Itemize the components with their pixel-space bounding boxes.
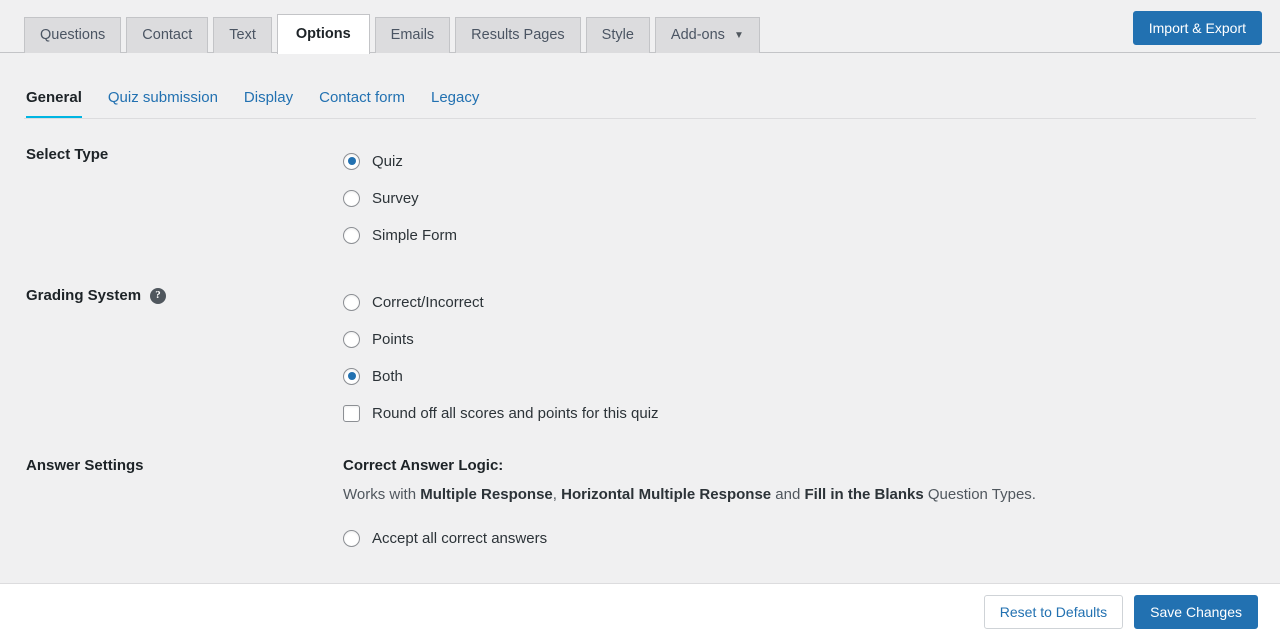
settings-content: Select Type Quiz Survey Simple Form Gradin… [0,119,1280,640]
subnav-item-legacy[interactable]: Legacy [431,89,479,119]
logic-desc-emphasis: Multiple Response [420,486,553,503]
choice-label: Quiz [372,152,403,170]
subnav-item-display[interactable]: Display [244,89,293,119]
secondary-nav: General Quiz submission Display Contact for… [0,53,1280,119]
reset-to-defaults-button[interactable]: Reset to Defaults [983,595,1124,629]
correct-answer-logic-description: Works with Multiple Response, Horizontal… [343,486,1280,503]
subnav-item-general[interactable]: General [26,89,82,119]
help-icon[interactable]: ? [150,288,167,304]
tab-label: Options [295,26,351,43]
radio-input[interactable] [343,189,360,207]
answer-settings-fields: Correct Answer Logic: Works with Multipl… [343,457,1280,560]
grading-system-options: Correct/Incorrect Points Both Round off all… [343,287,1280,435]
radio-quiz[interactable]: Quiz [343,146,1280,176]
choice-label: Round off all scores and points for this… [372,404,659,422]
tab-label: Results Pages [471,27,565,44]
setting-row-answer-settings: Answer Settings Correct Answer Logic: Wo… [0,457,1280,560]
answer-settings-label-text: Answer Settings [26,457,144,474]
footer-action-bar: Reset to Defaults Save Changes [0,583,1280,640]
grading-system-label: Grading System ? [26,287,343,435]
radio-input[interactable] [343,293,360,311]
grading-system-label-text: Grading System [26,287,142,304]
tab-label: Emails [390,27,435,44]
choice-label: Accept all correct answers [372,529,548,547]
tab-add-ons[interactable]: Add-ons ▼ [654,17,760,53]
radio-points[interactable]: Points [343,324,1280,354]
primary-tab-bar: Questions Contact Text Options Emails Results… [0,0,1280,54]
tab-text[interactable]: Text [213,17,272,53]
radio-simple-form[interactable]: Simple Form [343,220,1280,250]
answer-settings-label: Answer Settings [26,457,343,560]
tab-label: Text [229,27,256,44]
select-type-options: Quiz Survey Simple Form [343,146,1280,257]
logic-desc-text: Works with [343,486,421,503]
setting-row-grading-system: Grading System ? Correct/Incorrect Points… [0,287,1280,435]
radio-both[interactable]: Both [343,361,1280,391]
radio-input[interactable] [343,152,360,170]
logic-desc-text: , [552,486,562,503]
radio-accept-all-correct-answers[interactable]: Accept all correct answers [343,523,1280,553]
radio-survey[interactable]: Survey [343,183,1280,213]
subnav-item-contact-form[interactable]: Contact form [319,89,405,119]
answer-settings-options: Accept all correct answers [343,523,1280,553]
radio-input[interactable] [343,529,360,547]
radio-input[interactable] [343,367,360,385]
import-export-button[interactable]: Import & Export [1132,11,1262,45]
correct-answer-logic-title: Correct Answer Logic: [343,457,504,474]
tab-contact[interactable]: Contact [126,17,209,53]
tab-label: Add-ons [670,27,725,44]
tab-questions[interactable]: Questions [24,17,122,53]
options-settings-screen: Questions Contact Text Options Emails Results… [0,0,1280,640]
select-type-label: Select Type [26,146,343,257]
choice-label: Simple Form [372,226,458,244]
tab-results-pages[interactable]: Results Pages [455,17,581,53]
tab-options[interactable]: Options [276,14,370,54]
logic-desc-emphasis: Horizontal Multiple Response [561,486,772,503]
choice-label: Correct/Incorrect [372,293,484,311]
choice-label: Both [372,367,403,385]
tab-style[interactable]: Style [585,17,650,53]
tab-label: Style [601,27,634,44]
checkbox-input[interactable] [343,404,360,422]
tab-label: Questions [40,27,106,44]
logic-desc-emphasis: Fill in the Blanks [804,486,924,503]
logic-desc-text: and [771,486,805,503]
logic-desc-text: Question Types. [923,486,1036,503]
checkbox-round-off-scores[interactable]: Round off all scores and points for this… [343,398,1280,428]
radio-correct-incorrect[interactable]: Correct/Incorrect [343,287,1280,317]
chevron-down-icon: ▼ [733,29,744,41]
save-changes-button[interactable]: Save Changes [1134,595,1258,629]
radio-input[interactable] [343,330,360,348]
choice-label: Points [372,330,414,348]
choice-label: Survey [372,189,419,207]
radio-input[interactable] [343,226,360,244]
select-type-label-text: Select Type [26,146,109,163]
subnav-item-quiz-submission[interactable]: Quiz submission [108,89,218,119]
tab-emails[interactable]: Emails [374,17,451,53]
tab-label: Contact [142,27,193,44]
setting-row-select-type: Select Type Quiz Survey Simple Form [0,146,1280,257]
